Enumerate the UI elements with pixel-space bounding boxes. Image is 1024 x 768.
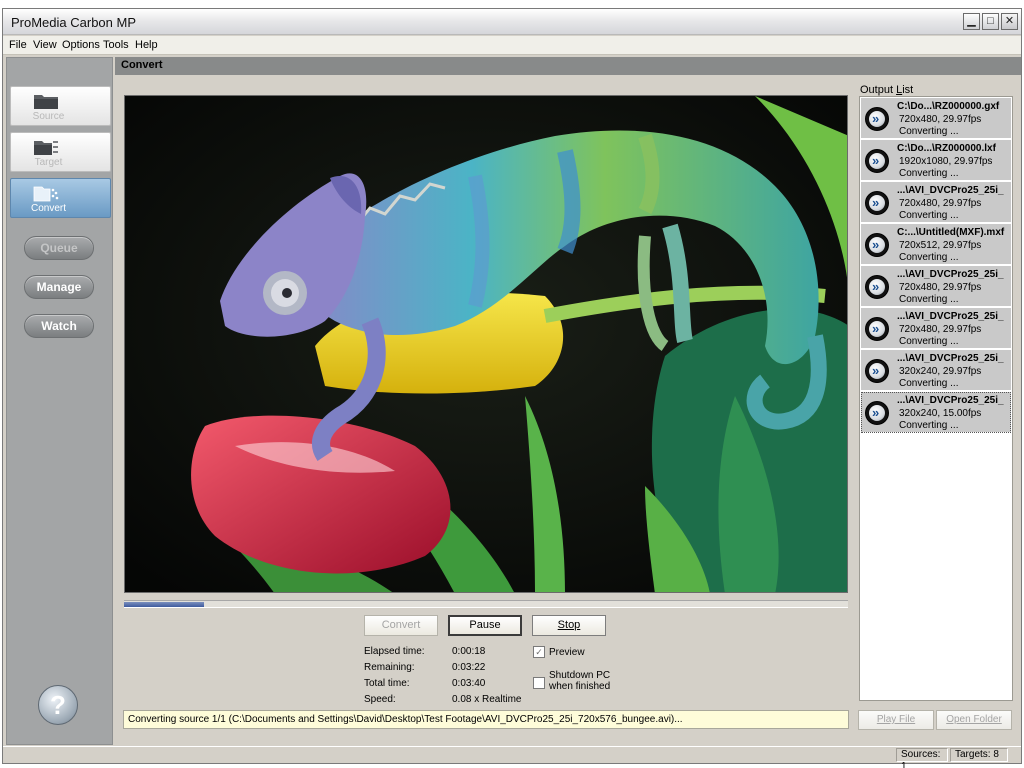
- preview-checkbox[interactable]: ✓: [533, 646, 545, 658]
- targets-count: Targets: 8: [950, 748, 1008, 762]
- list-item[interactable]: » C:...\Untitled(MXF).mxf 720x512, 29.97…: [861, 224, 1011, 265]
- menu-tools[interactable]: Tools: [103, 39, 129, 51]
- output-status: Converting ...: [899, 252, 959, 263]
- chameleon-preview-image: [125, 96, 847, 592]
- shutdown-label-line2: when finished: [549, 681, 611, 692]
- output-info: 720x480, 29.97fps: [899, 114, 982, 125]
- output-name: ...\AVI_DVCPro25_25i_: [897, 311, 1004, 322]
- play-circle-icon: »: [865, 401, 889, 425]
- output-info: 720x512, 29.97fps: [899, 240, 982, 251]
- conversion-progress: [124, 600, 848, 608]
- play-circle-icon: »: [865, 107, 889, 131]
- output-name: C:...\Untitled(MXF).mxf: [897, 227, 1005, 238]
- play-circle-icon: »: [865, 191, 889, 215]
- output-status: Converting ...: [899, 126, 959, 137]
- menu-help[interactable]: Help: [135, 39, 158, 51]
- convert-button[interactable]: Convert: [364, 615, 438, 636]
- sidebar-tab-label: Target: [34, 157, 63, 168]
- sidebar-tab-label: Source: [32, 111, 65, 122]
- menu-options[interactable]: Options: [62, 39, 100, 51]
- output-status: Converting ...: [899, 168, 959, 179]
- list-item[interactable]: » C:\Do...\RZ000000.lxf 1920x1080, 29.97…: [861, 140, 1011, 181]
- convert-icon: [33, 186, 59, 202]
- help-button[interactable]: ?: [38, 685, 78, 725]
- list-item[interactable]: » ...\AVI_DVCPro25_25i_ 320x240, 29.97fp…: [861, 350, 1011, 391]
- page-title: Convert: [121, 59, 163, 71]
- output-info: 320x240, 29.97fps: [899, 366, 982, 377]
- play-circle-icon: »: [865, 359, 889, 383]
- shutdown-label-line1: Shutdown PC: [549, 670, 611, 681]
- content-header: Convert: [115, 57, 1021, 75]
- sidebar-tab-convert[interactable]: Convert: [10, 178, 111, 218]
- manage-button[interactable]: Manage: [24, 275, 94, 299]
- total-time-label: Total time:: [364, 678, 410, 689]
- list-item[interactable]: » ...\AVI_DVCPro25_25i_ 720x480, 29.97fp…: [861, 266, 1011, 307]
- output-info: 720x480, 29.97fps: [899, 324, 982, 335]
- stop-button[interactable]: Stop: [532, 615, 606, 636]
- output-list[interactable]: » C:\Do...\RZ000000.gxf 720x480, 29.97fp…: [859, 96, 1013, 701]
- sidebar-tab-label: Convert: [30, 203, 66, 214]
- output-name: C:\Do...\RZ000000.gxf: [897, 101, 1000, 112]
- app-window: ProMedia Carbon MP ▁ □ ✕ File View Optio…: [2, 8, 1022, 768]
- output-name: C:\Do...\RZ000000.lxf: [897, 143, 996, 154]
- speed-label: Speed:: [364, 694, 396, 705]
- play-circle-icon: »: [865, 317, 889, 341]
- play-circle-icon: »: [865, 275, 889, 299]
- video-preview: [124, 95, 848, 593]
- open-folder-button[interactable]: Open Folder: [936, 710, 1012, 730]
- close-button[interactable]: ✕: [1001, 13, 1018, 30]
- output-status: Converting ...: [899, 294, 959, 305]
- remaining-label: Remaining:: [364, 662, 415, 673]
- conversion-status-line: Converting source 1/1 (C:\Documents and …: [123, 710, 849, 729]
- menu-bar: File View Options Tools Help: [3, 36, 1021, 55]
- play-file-button[interactable]: Play File: [858, 710, 934, 730]
- minimize-button[interactable]: ▁: [963, 13, 980, 30]
- output-info: 720x480, 29.97fps: [899, 282, 982, 293]
- preview-label: Preview: [549, 647, 585, 658]
- output-status: Converting ...: [899, 378, 959, 389]
- output-info: 720x480, 29.97fps: [899, 198, 982, 209]
- output-info: 1920x1080, 29.97fps: [899, 156, 993, 167]
- list-item[interactable]: » ...\AVI_DVCPro25_25i_ 720x480, 29.97fp…: [861, 182, 1011, 223]
- remaining-value: 0:03:22: [452, 662, 486, 673]
- output-list-label: Output List: [860, 84, 914, 96]
- output-status: Converting ...: [899, 210, 959, 221]
- window-title: ProMedia Carbon MP: [11, 15, 136, 30]
- list-item[interactable]: » C:\Do...\RZ000000.gxf 720x480, 29.97fp…: [861, 98, 1011, 139]
- menu-view[interactable]: View: [33, 39, 57, 51]
- status-bar: Sources: 1 Targets: 8: [3, 746, 1021, 768]
- play-circle-icon: »: [865, 149, 889, 173]
- pause-button[interactable]: Pause: [448, 615, 522, 636]
- sidebar-tab-target[interactable]: Target: [10, 132, 111, 172]
- output-name: ...\AVI_DVCPro25_25i_: [897, 353, 1004, 364]
- sidebar: Source Target Convert Queue Manage Watch…: [6, 57, 113, 745]
- output-status: Converting ...: [899, 420, 959, 431]
- maximize-button[interactable]: □: [982, 13, 999, 30]
- progress-fill: [124, 602, 204, 607]
- elapsed-label: Elapsed time:: [364, 646, 425, 657]
- play-circle-icon: »: [865, 233, 889, 257]
- menu-file[interactable]: File: [9, 39, 27, 51]
- queue-button[interactable]: Queue: [24, 236, 94, 260]
- output-name: ...\AVI_DVCPro25_25i_: [897, 269, 1004, 280]
- sources-count: Sources: 1: [896, 748, 948, 768]
- list-item[interactable]: » ...\AVI_DVCPro25_25i_ 320x240, 15.00fp…: [861, 392, 1011, 433]
- output-info: 320x240, 15.00fps: [899, 408, 982, 419]
- output-name: ...\AVI_DVCPro25_25i_: [897, 395, 1004, 406]
- total-time-value: 0:03:40: [452, 678, 486, 689]
- shutdown-checkbox[interactable]: [533, 677, 545, 689]
- title-bar[interactable]: ProMedia Carbon MP ▁ □ ✕: [3, 9, 1021, 35]
- output-status: Converting ...: [899, 336, 959, 347]
- watch-button[interactable]: Watch: [24, 314, 94, 338]
- speed-value: 0.08 x Realtime: [452, 694, 522, 705]
- list-item[interactable]: » ...\AVI_DVCPro25_25i_ 720x480, 29.97fp…: [861, 308, 1011, 349]
- folder-export-icon: [34, 141, 58, 155]
- folder-icon: [34, 95, 58, 109]
- elapsed-value: 0:00:18: [452, 646, 486, 657]
- sidebar-tab-source[interactable]: Source: [10, 86, 111, 126]
- output-name: ...\AVI_DVCPro25_25i_: [897, 185, 1004, 196]
